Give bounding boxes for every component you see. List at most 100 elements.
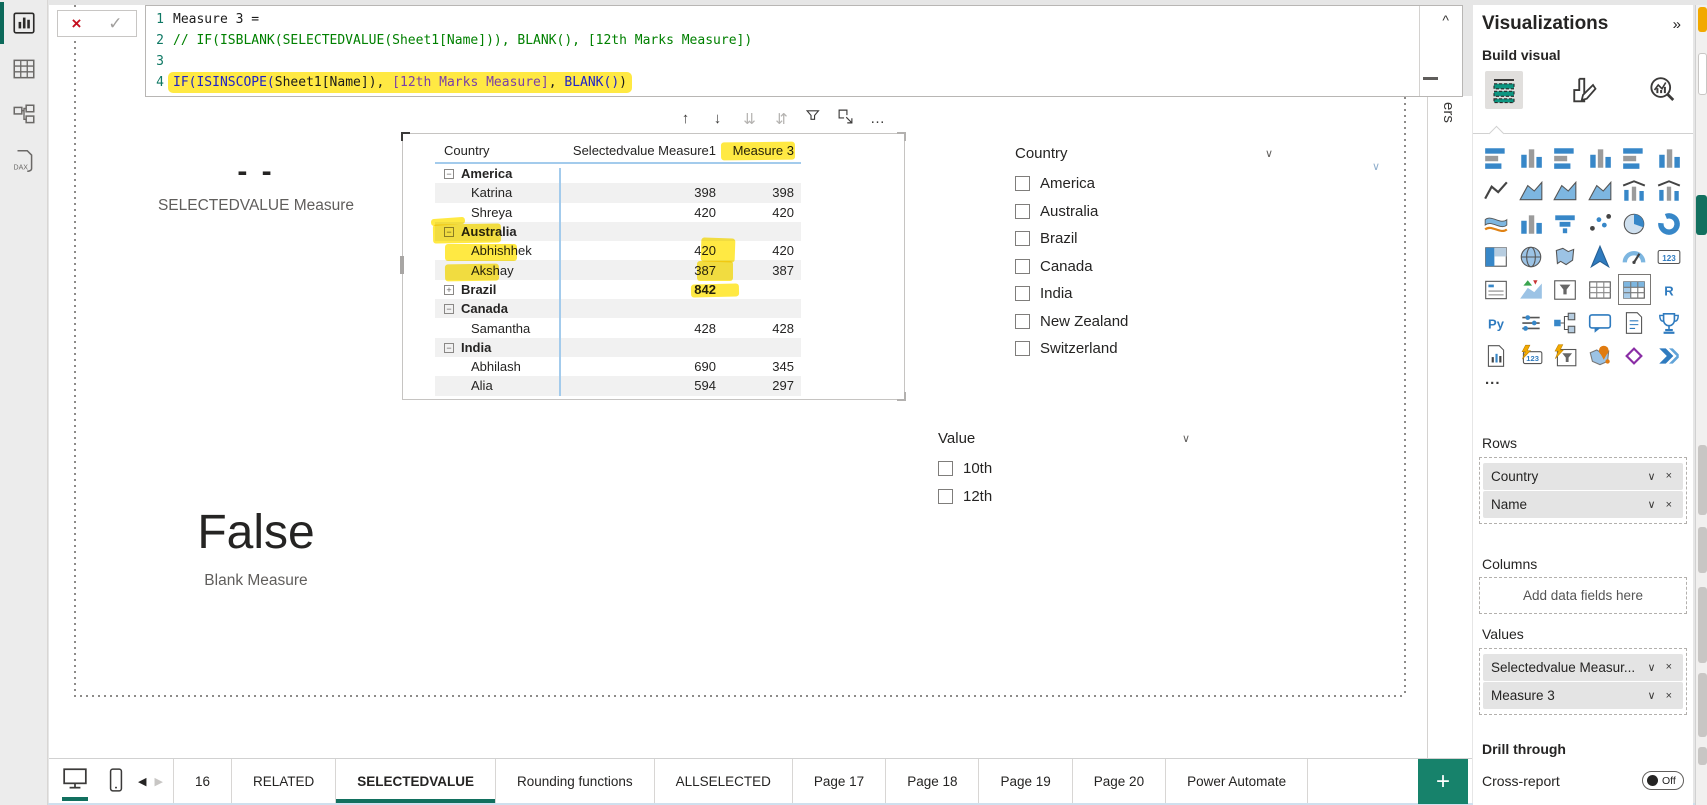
area-chart-icon[interactable] [1514,174,1549,207]
page-tab-16[interactable]: 16 [174,759,232,803]
page-tab-page-17[interactable]: Page 17 [793,759,886,803]
chevron-down-icon[interactable]: ∨ [1265,147,1273,160]
mobile-layout-icon[interactable] [106,767,126,796]
matrix-icon[interactable] [1617,273,1652,306]
smart-narrative-icon[interactable] [1617,306,1652,339]
dax-code-line[interactable]: 3 [148,51,1416,72]
collapse-icon[interactable]: − [444,304,454,314]
remove-field-icon[interactable]: × [1661,470,1677,482]
collapse-icon[interactable]: − [444,343,454,353]
100-stacked-area-chart-icon[interactable] [1583,174,1618,207]
discard-formula-icon[interactable]: × [71,14,81,34]
drill-up-icon[interactable]: ↑ [676,110,695,127]
matrix-row-india[interactable]: −India [435,338,801,357]
line-and-stacked-column-chart-icon[interactable] [1617,174,1652,207]
report-view-icon[interactable] [0,0,48,46]
filled-map-icon[interactable] [1548,240,1583,273]
page-tab-page-18[interactable]: Page 18 [886,759,979,803]
field-pill-country[interactable]: Country∨× [1483,463,1683,490]
selection-handle[interactable] [400,256,404,274]
new-page-button[interactable]: + [1418,759,1468,804]
slicer-item-12th[interactable]: 12th [938,483,1190,511]
page-tab-related[interactable]: RELATED [232,759,336,803]
goals-icon[interactable] [1652,306,1687,339]
matrix-column-header[interactable]: Country [435,143,559,158]
values-field-well[interactable]: Selectedvalue Measur...∨×Measure 3∨× [1479,648,1687,715]
clustered-column-chart-icon[interactable] [1583,141,1618,174]
previous-page-icon[interactable]: ◀ [138,775,146,788]
chevron-down-icon[interactable]: ∨ [1643,470,1661,483]
data-view-icon[interactable] [0,46,48,92]
arcgis-map-icon[interactable] [1583,339,1618,372]
multi-row-card-icon[interactable] [1479,273,1514,306]
scrollbar-thumb[interactable] [1423,77,1438,80]
checkbox-unchecked[interactable] [938,461,953,476]
donut-chart-icon[interactable] [1652,207,1687,240]
page-tab-selectedvalue[interactable]: SELECTEDVALUE [336,759,496,803]
slicer-item-brazil[interactable]: Brazil [1015,225,1273,253]
more-options-icon[interactable]: … [868,110,887,127]
dax-code-line[interactable]: 4IF(ISINSCOPE(Sheet1[Name]), [12th Marks… [148,72,1416,93]
dax-code-line[interactable]: 2// IF(ISBLANK(SELECTEDVALUE(Sheet1[Name… [148,30,1416,51]
page-tab-rounding-functions[interactable]: Rounding functions [496,759,655,803]
checkbox-unchecked[interactable] [1015,286,1030,301]
slicer-item-10th[interactable]: 10th [938,455,1190,483]
checkbox-unchecked[interactable] [1015,204,1030,219]
matrix-row-shreya[interactable]: Shreya420420 [435,203,801,222]
checkbox-unchecked[interactable] [1015,259,1030,274]
cross-report-toggle[interactable]: Off [1642,771,1684,790]
gauge-icon[interactable] [1617,240,1652,273]
slicer-item-new-zealand[interactable]: New Zealand [1015,308,1273,336]
collapse-formula-bar-icon[interactable]: ^ [1442,12,1449,28]
kpi-icon[interactable] [1514,273,1549,306]
qa-visual-icon[interactable] [1583,306,1618,339]
chevron-down-icon[interactable]: ∨ [1372,160,1380,173]
desktop-layout-icon[interactable] [62,761,92,801]
selection-handle[interactable] [401,132,410,141]
100-stacked-bar-chart-icon[interactable] [1617,141,1652,174]
analytics-tab[interactable] [1643,71,1681,109]
collapse-pane-icon[interactable]: » [1673,16,1681,33]
report-canvas[interactable]: - - SELECTEDVALUE Measure False Blank Me… [49,5,1427,758]
decomposition-tree-icon[interactable] [1548,306,1583,339]
matrix-row-brazil[interactable]: +Brazil842 [435,280,801,299]
columns-field-well[interactable]: Add data fields here [1479,577,1687,614]
slicer-item-india[interactable]: India [1015,280,1273,308]
treemap-icon[interactable] [1479,240,1514,273]
pie-chart-icon[interactable] [1617,207,1652,240]
chevron-down-icon[interactable]: ∨ [1182,432,1190,445]
card-new-icon[interactable]: 123 [1514,339,1549,372]
matrix-row-samantha[interactable]: Samantha428428 [435,318,801,337]
checkbox-unchecked[interactable] [1015,341,1030,356]
matrix-row-alia[interactable]: Alia594297 [435,376,801,395]
field-pill-name[interactable]: Name∨× [1483,491,1683,518]
filters-pane-collapsed[interactable]: ers [1427,96,1472,758]
expand-icon[interactable]: + [444,285,454,295]
clustered-bar-chart-icon[interactable] [1548,141,1583,174]
matrix-column-header[interactable]: Selectedvalue Measure1 [559,143,723,158]
card-icon[interactable]: 123 [1652,240,1687,273]
checkbox-unchecked[interactable] [938,489,953,504]
format-visual-tab[interactable] [1564,71,1602,109]
slicer-item-switzerland[interactable]: Switzerland [1015,335,1273,363]
dax-code-line[interactable]: 1Measure 3 = [148,9,1416,30]
table-icon[interactable] [1583,273,1618,306]
line-chart-icon[interactable] [1479,174,1514,207]
matrix-row-canada[interactable]: −Canada [435,299,801,318]
page-tab-allselected[interactable]: ALLSELECTED [655,759,793,803]
button-slicer-icon[interactable] [1514,306,1549,339]
rows-field-well[interactable]: Country∨×Name∨× [1479,457,1687,524]
remove-field-icon[interactable]: × [1661,499,1677,511]
stacked-bar-chart-icon[interactable] [1479,141,1514,174]
focus-mode-icon[interactable] [836,108,855,129]
selection-handle[interactable] [897,392,906,401]
chevron-down-icon[interactable]: ∨ [1643,498,1661,511]
waterfall-chart-icon[interactable] [1514,207,1549,240]
next-page-icon[interactable]: ▶ [154,775,162,788]
matrix-visual[interactable]: CountrySelectedvalue Measure1Measure 3 −… [402,133,905,400]
expand-all-icon[interactable]: ⇵ [772,110,791,128]
azure-map-icon[interactable] [1583,240,1618,273]
build-visual-tab[interactable] [1485,71,1523,109]
scatter-chart-icon[interactable] [1583,207,1618,240]
get-more-visuals-button[interactable]: ... [1485,371,1501,388]
